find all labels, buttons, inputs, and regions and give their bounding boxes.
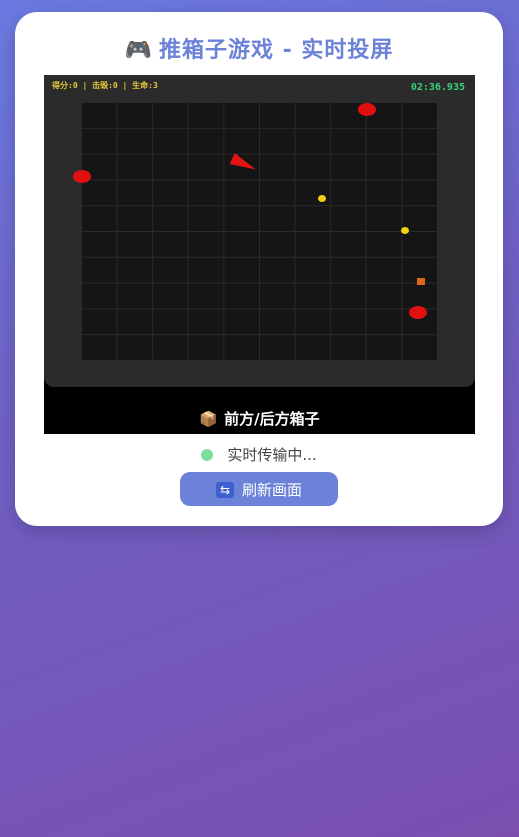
screen-caption: 📦 前方/后方箱子: [44, 408, 475, 429]
coin-sprite: [401, 227, 409, 234]
refresh-button-label: 刷新画面: [241, 481, 302, 499]
screen-caption-text: 前方/后方箱子: [224, 410, 320, 428]
refresh-icon: ⇆: [215, 482, 234, 498]
box-icon: 📦: [199, 410, 219, 428]
hud-stats: 得分:0 | 击毁:0 | 生命:3: [52, 81, 158, 90]
game-canvas: 得分:0 | 击毁:0 | 生命:3 02:36.935: [44, 75, 475, 387]
coin-sprite: [318, 195, 326, 202]
status-indicator: [201, 449, 214, 461]
page-title-text: 推箱子游戏 - 实时投屏: [158, 38, 394, 63]
game-field: [73, 102, 437, 360]
status-text: 实时传输中...: [227, 446, 317, 464]
stream-status: 实时传输中...: [15, 444, 503, 465]
refresh-button[interactable]: ⇆ 刷新画面: [180, 472, 338, 506]
hud-timer: 02:36.935: [410, 82, 465, 93]
box-sprite: [417, 278, 425, 285]
gamepad-icon: 🎮: [124, 38, 153, 63]
enemy-sprite: [358, 103, 376, 116]
page-title: 🎮 推箱子游戏 - 实时投屏: [15, 32, 503, 64]
screencast-view: 得分:0 | 击毁:0 | 生命:3 02:36.935 📦 前方/后方箱子: [44, 75, 475, 434]
player-sprite: [229, 153, 259, 175]
enemy-sprite: [409, 306, 427, 319]
stream-card: 🎮 推箱子游戏 - 实时投屏 得分:0 | 击毁:0 | 生命:3 02:36.9…: [15, 12, 503, 526]
enemy-sprite: [73, 170, 91, 183]
